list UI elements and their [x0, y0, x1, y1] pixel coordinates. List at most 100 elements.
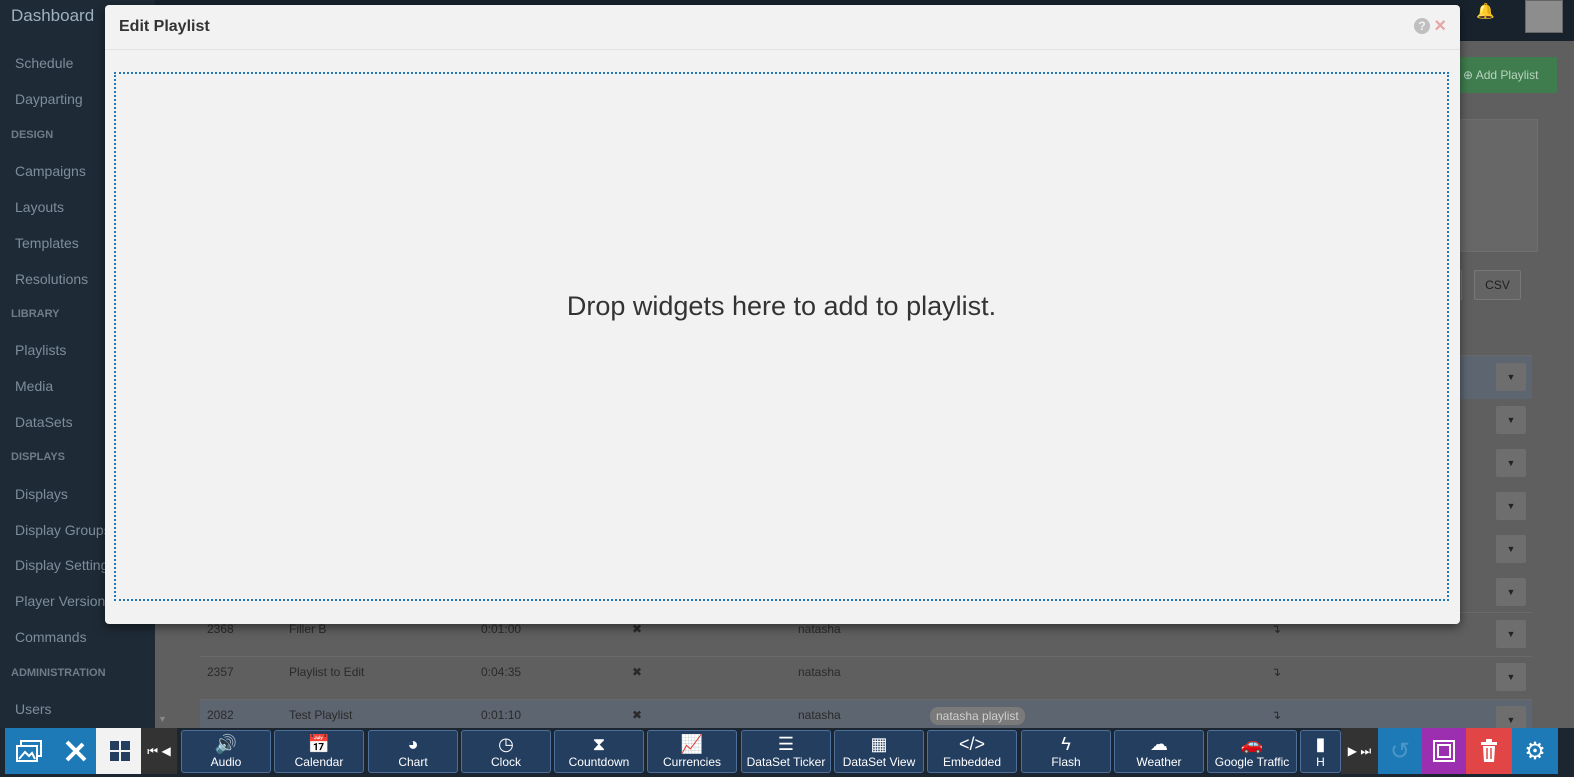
- scroll-right-button[interactable]: ▶ ⏭: [1341, 728, 1378, 774]
- widget-label: Currencies: [662, 755, 722, 769]
- widget-calendar[interactable]: 📅 Calendar: [274, 730, 364, 773]
- sidebar-item-datasets[interactable]: DataSets: [15, 414, 73, 430]
- gear-icon: ⚙: [1524, 737, 1546, 765]
- sidebar-item-display-settings[interactable]: Display Settings: [15, 557, 115, 573]
- sidebar-item-playlists[interactable]: Playlists: [15, 342, 66, 358]
- dropzone-text: Drop widgets here to add to playlist.: [566, 291, 997, 321]
- widget-label: Audio: [210, 755, 242, 769]
- sidebar-item-commands[interactable]: Commands: [15, 629, 87, 645]
- row-dropdown-button[interactable]: ▼: [1496, 363, 1526, 391]
- widget-dataset-view[interactable]: ▦ DataSet View: [834, 730, 924, 773]
- library-images-button[interactable]: [5, 728, 52, 774]
- row-duration: 0:01:00: [481, 622, 522, 636]
- add-playlist-button[interactable]: ⊕ Add Playlist: [1459, 57, 1557, 93]
- row-dropdown-button[interactable]: ▼: [1496, 578, 1526, 606]
- tools-icon: [65, 740, 86, 762]
- filter-panel: [1460, 119, 1538, 252]
- tools-button[interactable]: [52, 728, 99, 774]
- widget-countdown[interactable]: ⧗ Countdown: [554, 730, 644, 773]
- bell-icon[interactable]: 🔔: [1476, 2, 1495, 20]
- sidebar-section-heading: LIBRARY: [11, 308, 60, 320]
- arrow-icon: ↴: [1271, 665, 1282, 679]
- cross-icon: ✖: [632, 665, 643, 679]
- widget-audio[interactable]: 🔊 Audio: [181, 730, 271, 773]
- row-duration: 0:04:35: [481, 665, 522, 679]
- row-dropdown-button[interactable]: ▼: [1496, 406, 1526, 434]
- sidebar-section-heading: ADMINISTRATION: [11, 667, 106, 679]
- prev-icon: ◀: [161, 744, 171, 758]
- sidebar-item-dayparting[interactable]: Dayparting: [15, 91, 83, 107]
- widget-weather[interactable]: ☁ Weather: [1114, 730, 1204, 773]
- widget-label: Google Traffic: [1214, 755, 1290, 769]
- sidebar-item-campaigns[interactable]: Campaigns: [15, 163, 86, 179]
- undo-button[interactable]: ↺: [1378, 728, 1422, 774]
- row-dropdown-button[interactable]: ▼: [1496, 492, 1526, 520]
- help-icon[interactable]: ?: [1414, 18, 1430, 34]
- widget-label: Flash: [1051, 755, 1081, 769]
- sidebar-item-displays[interactable]: Displays: [15, 486, 68, 502]
- sidebar-item-templates[interactable]: Templates: [15, 235, 79, 251]
- last-icon: ⏭: [1360, 743, 1372, 758]
- sidebar-item-layouts[interactable]: Layouts: [15, 199, 64, 215]
- widget-google-traffic[interactable]: 🚗 Google Traffic: [1207, 730, 1297, 773]
- widget-embedded[interactable]: </> Embedded: [927, 730, 1017, 773]
- avatar[interactable]: [1525, 0, 1563, 33]
- grid-icon: [109, 741, 130, 761]
- settings-button[interactable]: ⚙: [1512, 728, 1558, 774]
- hourglass-icon: ⧗: [592, 734, 606, 754]
- modal-header: Edit Playlist ? ×: [105, 5, 1460, 50]
- list-icon: ☰: [777, 734, 795, 754]
- scroll-left-button[interactable]: ⏮ ◀: [141, 728, 177, 774]
- row-name: Filler B: [289, 622, 327, 636]
- cloud-icon: ☁: [1150, 734, 1168, 754]
- row-dropdown-button[interactable]: ▼: [1496, 620, 1526, 648]
- widget-label: Calendar: [294, 755, 344, 769]
- h-icon: ▮: [1315, 734, 1326, 754]
- sidebar-item-resolutions[interactable]: Resolutions: [15, 271, 88, 287]
- images-icon: [15, 740, 42, 762]
- row-owner: natasha: [798, 622, 841, 636]
- delete-button[interactable]: [1466, 728, 1512, 774]
- widgets-tab-button[interactable]: [96, 728, 143, 774]
- widget-toolbar: ⏮ ◀ 🔊 Audio 📅 Calendar ◕ Chart ◷ Clock ⧗ Countdow…: [0, 728, 1574, 777]
- modal-title: Edit Playlist: [119, 18, 210, 35]
- widget-flash[interactable]: ϟ Flash: [1021, 730, 1111, 773]
- sidebar-item-users[interactable]: Users: [15, 701, 52, 717]
- scroll-down-icon[interactable]: ▼: [158, 714, 167, 724]
- row-id: 2357: [207, 665, 234, 679]
- fullscreen-button[interactable]: [1422, 728, 1466, 774]
- widget-clock[interactable]: ◷ Clock: [461, 730, 551, 773]
- arrow-icon: ↴: [1271, 708, 1282, 722]
- sidebar-section-heading: DISPLAYS: [11, 451, 66, 463]
- row-id: 2082: [207, 708, 234, 722]
- chart-pie-icon: ◕: [407, 734, 419, 754]
- sidebar-item-player-versions[interactable]: Player Versions: [15, 593, 112, 609]
- row-duration: 0:01:10: [481, 708, 522, 722]
- cross-icon: ✖: [632, 708, 643, 722]
- widget-h[interactable]: ▮ H: [1300, 730, 1341, 773]
- widget-label: Countdown: [568, 755, 630, 769]
- csv-button[interactable]: CSV: [1474, 270, 1521, 300]
- widget-chart[interactable]: ◕ Chart: [368, 730, 458, 773]
- car-icon: 🚗: [1240, 734, 1264, 754]
- row-dropdown-button[interactable]: ▼: [1496, 535, 1526, 563]
- trash-icon: [1481, 739, 1497, 762]
- close-icon[interactable]: ×: [1434, 15, 1446, 38]
- row-dropdown-button[interactable]: ▼: [1496, 663, 1526, 691]
- table-row[interactable]: [200, 656, 1532, 698]
- widget-label: Embedded: [942, 755, 1002, 769]
- cross-icon: ✖: [632, 622, 643, 636]
- row-owner: natasha: [798, 665, 841, 679]
- edit-playlist-modal: Edit Playlist ? × Drop widgets here to a…: [105, 5, 1460, 624]
- widget-dataset-ticker[interactable]: ☰ DataSet Ticker: [741, 730, 831, 773]
- line-chart-icon: 📈: [680, 734, 704, 754]
- sidebar-item-media[interactable]: Media: [15, 378, 53, 394]
- sidebar-item-display-groups[interactable]: Display Groups: [15, 522, 111, 538]
- playlist-dropzone[interactable]: Drop widgets here to add to playlist.: [114, 72, 1449, 601]
- row-dropdown-button[interactable]: ▼: [1496, 449, 1526, 477]
- playlist-tag: natasha playlist: [930, 707, 1025, 725]
- widget-label: Clock: [490, 755, 521, 769]
- widget-currencies[interactable]: 📈 Currencies: [647, 730, 737, 773]
- sidebar-item-schedule[interactable]: Schedule: [15, 55, 73, 71]
- table-icon: ▦: [870, 734, 888, 754]
